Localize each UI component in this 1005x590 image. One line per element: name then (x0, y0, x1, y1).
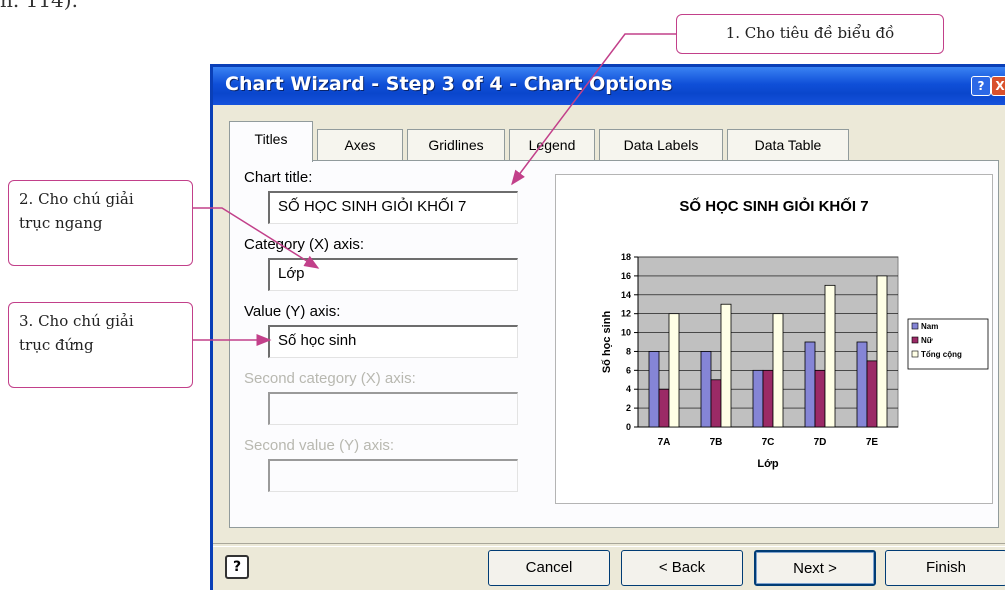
bar-nữ (658, 388, 670, 428)
legend-box (907, 318, 989, 370)
dialog-title: Chart Wizard - Step 3 of 4 - Chart Optio… (225, 73, 673, 95)
bar-tổng-cộng (668, 313, 680, 428)
bar-nữ (866, 360, 878, 428)
value-y-axis-input[interactable]: Số học sinh (268, 325, 518, 358)
page-text-fragment: h. 114). (0, 0, 78, 12)
y-tick-label: 8 (626, 346, 631, 356)
y-tick-label: 16 (621, 271, 631, 281)
title-help-icon[interactable]: ? (971, 76, 991, 96)
x-tick-label: 7C (762, 437, 775, 448)
y-tick-label: 12 (621, 309, 631, 319)
legend-swatch (911, 350, 919, 358)
close-icon[interactable]: X (991, 76, 1005, 96)
chart-wizard-dialog: Chart Wizard - Step 3 of 4 - Chart Optio… (210, 64, 1005, 590)
second-value-y-axis-label: Second value (Y) axis: (244, 437, 395, 454)
legend-swatch (911, 336, 919, 344)
y-tick-label: 4 (626, 384, 631, 394)
tab-data-table[interactable]: Data Table (727, 129, 849, 161)
help-button[interactable]: ? (225, 555, 249, 579)
finish-button[interactable]: Finish (885, 550, 1005, 586)
second-category-x-axis-label: Second category (X) axis: (244, 370, 416, 387)
y-tick-label: 6 (626, 365, 631, 375)
chart-title-input[interactable]: SỐ HỌC SINH GIỎI KHỐI 7 (268, 191, 518, 224)
cancel-button[interactable]: Cancel (488, 550, 610, 586)
second-category-x-axis-input (268, 392, 518, 425)
legend-swatch (911, 322, 919, 330)
next-button[interactable]: Next > (754, 550, 876, 586)
bar-nam (856, 341, 868, 428)
chart-title-label: Chart title: (244, 169, 313, 186)
bar-nam (752, 369, 764, 428)
legend-label: Nam (921, 322, 938, 331)
tab-gridlines[interactable]: Gridlines (407, 129, 505, 161)
y-tick-label: 18 (621, 252, 631, 262)
back-button[interactable]: < Back (621, 550, 743, 586)
x-axis-title: Lớp (757, 458, 779, 470)
divider (213, 543, 1005, 547)
x-tick-label: 7D (814, 437, 827, 448)
callout-chart-title-text: 1. Cho tiêu đề biểu đồ (725, 24, 895, 42)
tab-axes[interactable]: Axes (317, 129, 403, 161)
x-tick-label: 7B (710, 437, 723, 448)
bar-nam (804, 341, 816, 428)
bar-tổng-cộng (824, 284, 836, 428)
bar-nam (700, 351, 712, 428)
callout-value-axis: 3. Cho chú giải trục đứng (8, 302, 193, 388)
preview-chart: SỐ HỌC SINH GIỎI KHỐI 7 0 2 4 6 8 10 12 14 16 18 7A… (601, 197, 989, 470)
bar-nữ (762, 369, 774, 428)
callout-chart-title: 1. Cho tiêu đề biểu đồ (676, 14, 944, 54)
legend-label: Tổng cộng (921, 350, 962, 359)
tab-titles[interactable]: Titles (229, 121, 313, 162)
bar-nữ (814, 369, 826, 428)
category-x-axis-input[interactable]: Lớp (268, 258, 518, 291)
chart-preview: SỐ HỌC SINH GIỎI KHỐI 7 0 2 4 6 8 10 12 14 16 18 7A… (555, 174, 993, 504)
title-bar: Chart Wizard - Step 3 of 4 - Chart Optio… (213, 67, 1005, 105)
callout-category-axis-line1: 2. Cho chú giải (19, 190, 134, 208)
tab-legend[interactable]: Legend (509, 129, 595, 161)
bar-nữ (710, 379, 722, 428)
bar-tổng-cộng (720, 303, 732, 428)
callout-value-axis-line1: 3. Cho chú giải (19, 312, 134, 330)
value-y-axis-label: Value (Y) axis: (244, 303, 341, 320)
y-tick-label: 0 (626, 422, 631, 432)
y-tick-label: 2 (626, 403, 631, 413)
y-axis-title: Số học sinh (601, 311, 613, 374)
bar-nam (648, 351, 660, 428)
category-x-axis-label: Category (X) axis: (244, 236, 365, 253)
chart-title: SỐ HỌC SINH GIỎI KHỐI 7 (679, 197, 868, 215)
x-tick-label: 7E (866, 437, 879, 448)
y-tick-label: 14 (621, 290, 631, 300)
callout-value-axis-line2: trục đứng (19, 336, 94, 354)
tab-data-labels[interactable]: Data Labels (599, 129, 723, 161)
bar-tổng-cộng (876, 275, 888, 428)
x-tick-label: 7A (658, 437, 671, 448)
callout-category-axis-line2: trục ngang (19, 214, 103, 232)
y-tick-label: 10 (621, 328, 631, 338)
second-value-y-axis-input (268, 459, 518, 492)
legend-label: Nữ (921, 336, 933, 345)
callout-category-axis: 2. Cho chú giải trục ngang (8, 180, 193, 266)
bar-tổng-cộng (772, 313, 784, 428)
titles-tab-panel: Chart title: SỐ HỌC SINH GIỎI KHỐI 7 Cat… (229, 160, 999, 528)
